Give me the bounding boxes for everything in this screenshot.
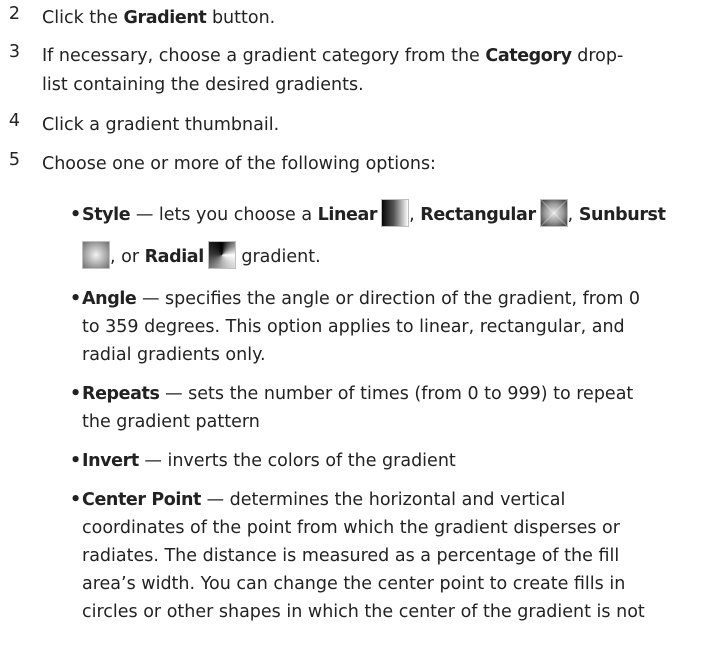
repeats-desc-2: the gradient pattern [82, 412, 260, 432]
angle-desc-3: radial gradients only. [82, 345, 266, 365]
angle-desc-1: — specifies the angle or direction of th… [136, 289, 641, 309]
linear-gradient-icon [381, 199, 410, 227]
separator: , [567, 205, 579, 225]
option-repeats: •Repeats — sets the number of times (fro… [70, 380, 710, 408]
bullet: • [70, 205, 82, 225]
rectangular-term: Rectangular [420, 205, 536, 225]
style-post: gradient. [235, 247, 321, 267]
step-4-text: Click a gradient thumbnail. [42, 115, 280, 135]
category-keyword: Category [485, 46, 572, 66]
style-desc: — lets you choose a [130, 205, 318, 225]
option-angle: •Angle — specifies the angle or directio… [70, 285, 710, 313]
sunburst-gradient-icon [82, 241, 110, 269]
option-invert: •Invert — inverts the colors of the grad… [70, 447, 710, 475]
step-3-text: If necessary, choose a gradient category… [42, 42, 712, 70]
repeats-term: Repeats [82, 384, 160, 404]
separator: , or [110, 247, 145, 267]
step-2-text: Click the Gradient button. [42, 4, 712, 32]
bullet: • [70, 384, 82, 404]
separator: , [409, 205, 421, 225]
step-number: 3 [8, 42, 20, 62]
sunburst-term: Sunburst [578, 205, 666, 225]
invert-desc: — inverts the colors of the gradient [138, 451, 456, 471]
angle-desc-2: to 359 degrees. This option applies to l… [82, 317, 625, 337]
bullet: • [70, 490, 82, 510]
step-3-line-2: list containing the desired gradients. [42, 75, 364, 95]
step-number: 5 [8, 150, 20, 170]
radial-term: Radial [144, 247, 205, 267]
bullet: • [70, 289, 82, 309]
option-style: •Style — lets you choose a Linear, Recta… [70, 199, 710, 229]
radial-gradient-icon [207, 241, 236, 269]
repeats-desc-1: — sets the number of times (from 0 to 99… [159, 384, 634, 404]
rectangular-gradient-icon [539, 199, 568, 227]
step-number: 2 [8, 4, 20, 24]
center-point-term: Center Point [82, 490, 201, 510]
option-center-point: •Center Point — determines the horizonta… [70, 486, 710, 514]
center-desc-5: circles or other shapes in which the cen… [82, 602, 645, 622]
step-2-pre: Click the [42, 8, 124, 28]
center-desc-3: radiates. The distance is measured as a … [82, 546, 620, 566]
option-style-line-2: , or Radial gradient. [82, 241, 721, 271]
center-desc-4: area’s width. You can change the center … [82, 574, 626, 594]
center-desc-2: coordinates of the point from which the … [82, 518, 620, 538]
linear-term: Linear [317, 205, 378, 225]
step-3-pre: If necessary, choose a gradient category… [42, 46, 486, 66]
step-2-post: button. [206, 8, 276, 28]
step-number: 4 [8, 111, 20, 131]
step-5-text: Choose one or more of the following opti… [42, 154, 436, 174]
invert-term: Invert [82, 451, 139, 471]
center-desc-1: — determines the horizontal and vertical [201, 490, 566, 510]
step-3-post: drop- [571, 46, 624, 66]
bullet: • [70, 451, 82, 471]
style-term: Style [82, 205, 131, 225]
angle-term: Angle [82, 289, 137, 309]
gradient-keyword: Gradient [123, 8, 207, 28]
